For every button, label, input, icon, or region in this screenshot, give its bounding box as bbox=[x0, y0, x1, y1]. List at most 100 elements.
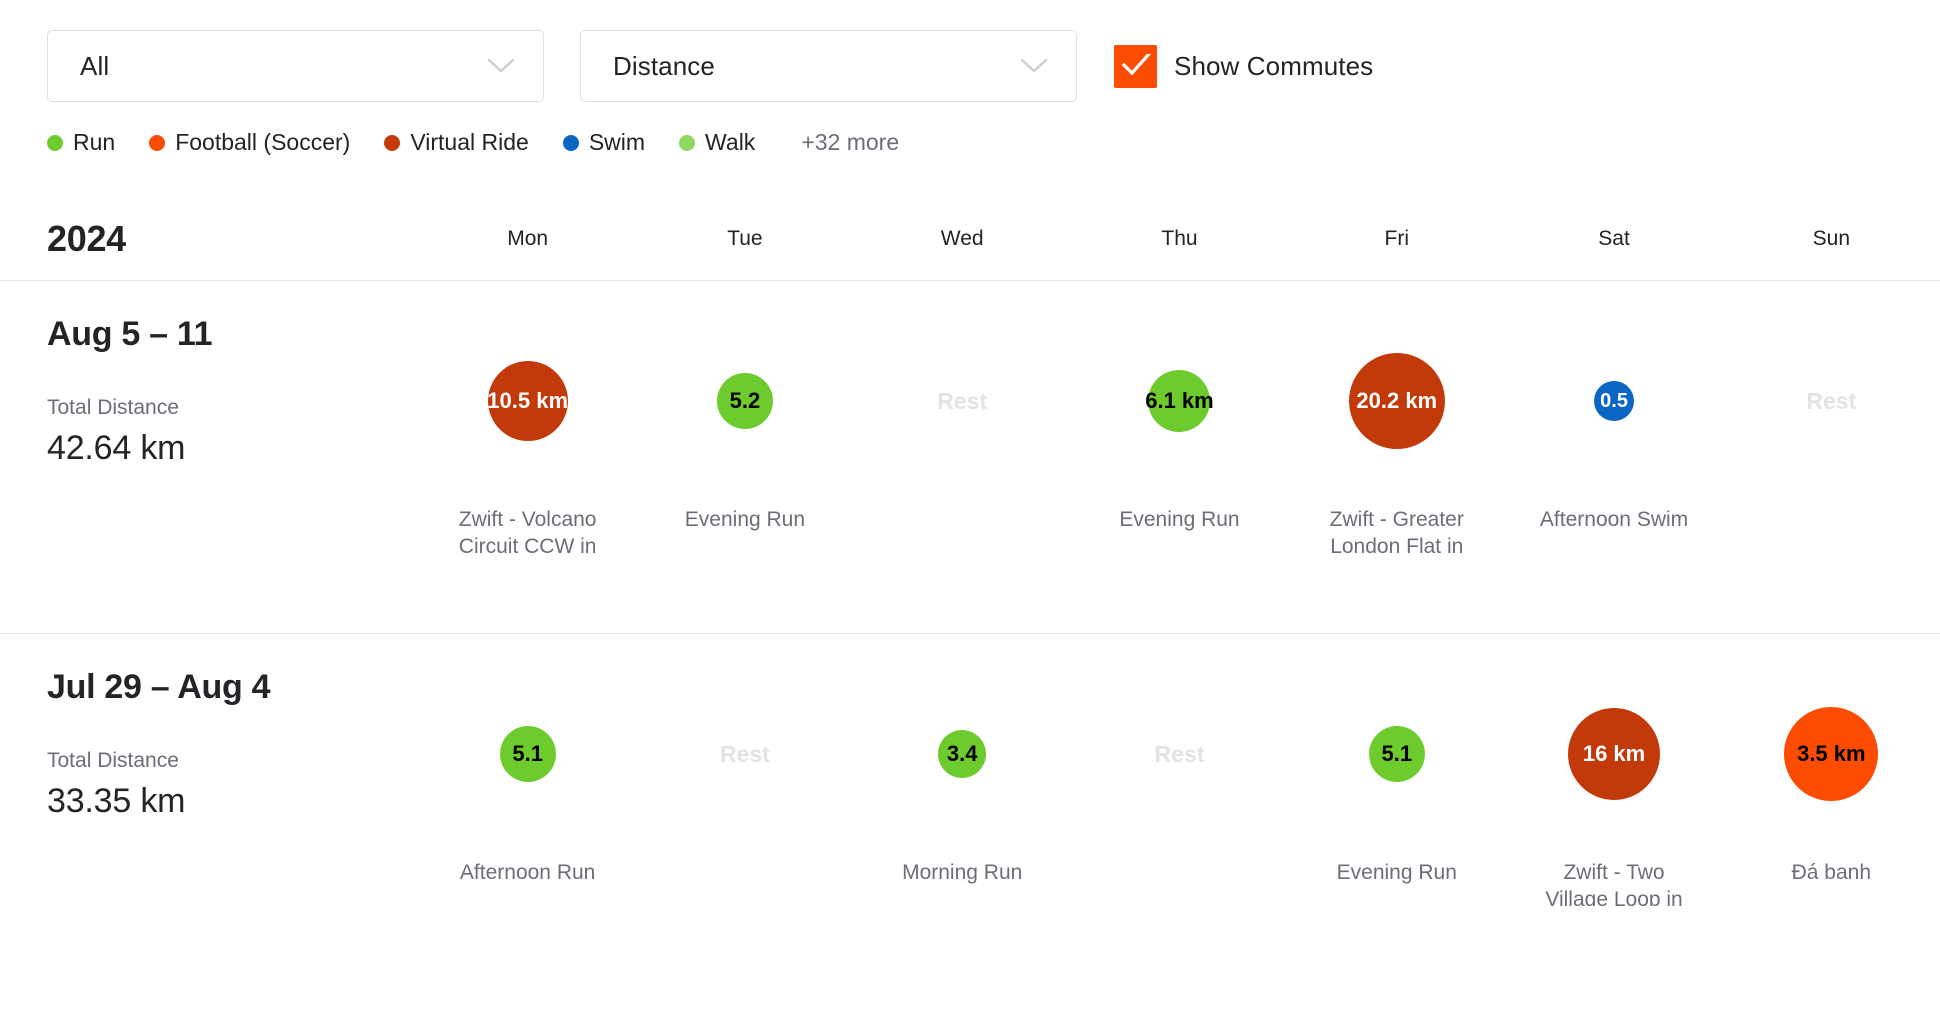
legend-color-dot bbox=[47, 134, 63, 151]
legend-item-label: Run bbox=[73, 129, 116, 155]
activity-name-label[interactable]: Zwift - Greater London Flat in London bbox=[1317, 507, 1477, 553]
activity-bubble[interactable]: 16 km bbox=[1568, 708, 1661, 800]
bubble-area: 20.2 km bbox=[1288, 316, 1505, 486]
day-header: Sun bbox=[1723, 227, 1940, 251]
activity-bubble[interactable]: 10.5 km bbox=[487, 361, 568, 441]
day-header-label: Tue bbox=[727, 227, 763, 250]
activity-bubble[interactable]: 3.5 km bbox=[1784, 707, 1879, 801]
year-label: 2024 bbox=[47, 218, 126, 259]
metric-select-value: Distance bbox=[613, 50, 715, 81]
day-cell: 3.4 Morning Run bbox=[854, 669, 1071, 986]
week-total-label: Total Distance bbox=[47, 396, 179, 420]
activity-bubble[interactable]: 3.4 bbox=[938, 730, 987, 778]
bubble-area: 5.1 bbox=[419, 669, 636, 839]
activity-bubble[interactable]: 5.1 bbox=[1368, 726, 1425, 782]
legend-item[interactable]: Virtual Ride bbox=[384, 129, 529, 156]
bubble-area: 5.1 bbox=[1288, 669, 1505, 839]
day-header: Thu bbox=[1071, 227, 1288, 251]
day-cell: 5.1 Evening Run bbox=[1288, 669, 1505, 986]
bubble-area: 10.5 km bbox=[419, 316, 636, 486]
week-total-label: Total Distance bbox=[47, 749, 179, 773]
activity-bubble[interactable]: 5.2 bbox=[716, 373, 773, 429]
week-rows-container: Aug 5 – 11 Total Distance 42.64 km 10.5 km Z… bbox=[0, 280, 1940, 986]
bubble-area: 0.5 bbox=[1505, 316, 1722, 486]
week-row: Jul 29 – Aug 4 Total Distance 33.35 km 5.1 A… bbox=[0, 633, 1940, 986]
day-cell: 20.2 km Zwift - Greater London Flat in Lo… bbox=[1288, 316, 1505, 633]
legend-color-dot bbox=[149, 134, 166, 151]
day-header-label: Fri bbox=[1384, 227, 1410, 250]
activity-name-label[interactable]: Evening Run bbox=[665, 507, 825, 534]
day-cell: 5.2 Evening Run bbox=[636, 316, 853, 633]
legend-item[interactable]: Run bbox=[47, 129, 115, 156]
bubble-area: 16 km bbox=[1505, 669, 1722, 839]
show-commutes-toggle[interactable]: Show Commutes bbox=[1114, 44, 1373, 88]
activity-bubble[interactable]: 6.1 km bbox=[1145, 370, 1214, 432]
legend-color-dot bbox=[562, 134, 579, 151]
legend-item-label: Walk bbox=[705, 129, 756, 155]
rest-day-label: Rest bbox=[1154, 740, 1205, 767]
activity-bubble[interactable]: 20.2 km bbox=[1348, 353, 1445, 449]
activity-name-label[interactable]: Evening Run bbox=[1317, 860, 1477, 887]
day-cell: Rest bbox=[1723, 316, 1940, 633]
legend-color-dot bbox=[384, 134, 401, 151]
year-cell: 2024 bbox=[47, 218, 419, 260]
legend-item[interactable]: Football (Soccer) bbox=[149, 129, 350, 156]
day-header-label: Sat bbox=[1598, 227, 1630, 250]
activity-name-label[interactable]: Afternoon Run bbox=[448, 860, 608, 887]
weekly-activity-table: 2024 Mon Tue Wed Thu Fri Sat Sun Aug 5 –… bbox=[0, 198, 1940, 986]
day-cell: 10.5 km Zwift - Volcano Circuit CCW in Wa… bbox=[419, 316, 636, 633]
chevron-down-icon bbox=[1020, 58, 1048, 74]
day-cell: Rest bbox=[636, 669, 853, 986]
week-summary: Aug 5 – 11 Total Distance 42.64 km bbox=[47, 315, 419, 633]
bubble-area: 5.2 bbox=[636, 316, 853, 486]
week-total-value: 33.35 km bbox=[47, 782, 186, 821]
activity-name-label[interactable]: Afternoon Swim bbox=[1534, 507, 1694, 534]
bubble-area: Rest bbox=[854, 316, 1071, 486]
week-date-range: Jul 29 – Aug 4 bbox=[47, 668, 271, 706]
day-header: Wed bbox=[854, 227, 1071, 251]
day-header-cells: Mon Tue Wed Thu Fri Sat Sun bbox=[419, 227, 1940, 251]
day-cell: 16 km Zwift - Two Village Loop in Makuri … bbox=[1505, 669, 1722, 986]
rest-day-label: Rest bbox=[719, 740, 770, 767]
metric-select[interactable]: Distance bbox=[580, 30, 1077, 102]
legend-color-dot bbox=[679, 134, 696, 151]
activity-name-label[interactable]: Zwift - Volcano Circuit CCW in Watopia bbox=[448, 507, 608, 553]
legend-item-label: Virtual Ride bbox=[410, 129, 529, 155]
activity-name-label[interactable]: Morning Run bbox=[882, 860, 1042, 887]
week-summary: Jul 29 – Aug 4 Total Distance 33.35 km bbox=[47, 668, 419, 986]
bubble-area: 6.1 km bbox=[1071, 316, 1288, 486]
legend-item[interactable]: Swim bbox=[562, 129, 646, 156]
day-cell: 0.5 Afternoon Swim bbox=[1505, 316, 1722, 633]
activity-name-label[interactable]: Evening Run bbox=[1099, 507, 1259, 534]
day-header-label: Sun bbox=[1812, 227, 1851, 250]
chevron-down-icon bbox=[487, 58, 515, 74]
day-cell: 5.1 Afternoon Run bbox=[419, 669, 636, 986]
rest-day-label: Rest bbox=[937, 387, 988, 414]
week-date-range: Aug 5 – 11 bbox=[47, 315, 213, 353]
bubble-area: Rest bbox=[636, 669, 853, 839]
activity-name-label[interactable]: Đá banh bbox=[1751, 860, 1911, 887]
day-cell: Rest bbox=[854, 316, 1071, 633]
day-cell: 6.1 km Evening Run bbox=[1071, 316, 1288, 633]
activity-name-label[interactable]: Zwift - Two Village Loop in Makuri Islan… bbox=[1534, 860, 1694, 906]
day-header: Tue bbox=[636, 227, 853, 251]
legend-item-label: Swim bbox=[588, 129, 646, 155]
bubble-area: Rest bbox=[1071, 669, 1288, 839]
activity-bubble[interactable]: 0.5 bbox=[1594, 381, 1635, 421]
legend-item[interactable]: Walk bbox=[679, 129, 755, 156]
day-header-label: Mon bbox=[507, 227, 549, 250]
bubble-area: Rest bbox=[1723, 316, 1940, 486]
sport-type-select[interactable]: All bbox=[47, 30, 544, 102]
sport-legend: Run Football (Soccer) Virtual Ride Swim … bbox=[0, 102, 1940, 156]
table-header-row: 2024 Mon Tue Wed Thu Fri Sat Sun bbox=[0, 198, 1940, 280]
checkbox-checked-icon[interactable] bbox=[1114, 44, 1157, 88]
bubble-area: 3.4 bbox=[854, 669, 1071, 839]
activity-bubble[interactable]: 5.1 bbox=[499, 726, 556, 782]
day-header: Fri bbox=[1288, 227, 1505, 251]
day-header-label: Wed bbox=[940, 227, 984, 250]
day-header: Mon bbox=[419, 227, 636, 251]
bubble-area: 3.5 km bbox=[1723, 669, 1940, 839]
week-total-value: 42.64 km bbox=[47, 429, 186, 468]
legend-more-link[interactable]: +32 more bbox=[801, 129, 899, 156]
day-cell: 3.5 km Đá banh bbox=[1723, 669, 1940, 986]
